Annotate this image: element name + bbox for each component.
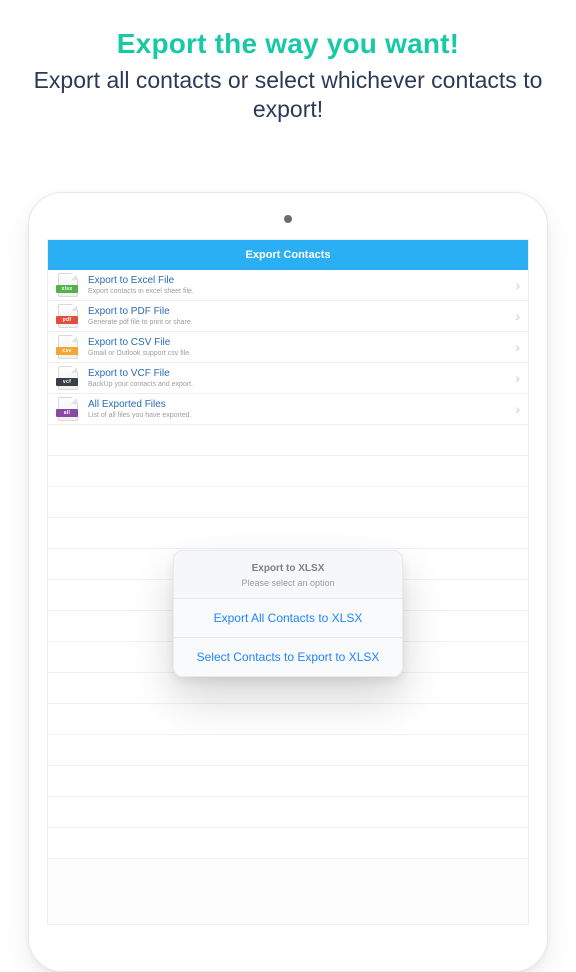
hero-subline: Export all contacts or select whichever … (20, 66, 556, 124)
row-export-excel[interactable]: xlsx Export to Excel File Export contact… (48, 270, 528, 301)
row-sub: Export contacts in excel sheet file. (88, 288, 505, 295)
chevron-right-icon: › (515, 339, 520, 355)
hero-headline: Export the way you want! (20, 28, 556, 60)
export-all-button[interactable]: Export All Contacts to XLSX (174, 599, 402, 637)
row-export-vcf[interactable]: vcf Export to VCF File BackUp your conta… (48, 363, 528, 394)
file-tag: pdf (56, 316, 78, 324)
file-tag: vcf (56, 378, 78, 386)
list-filler (48, 704, 528, 735)
navbar-title: Export Contacts (246, 249, 331, 261)
row-title: All Exported Files (88, 400, 505, 410)
row-sub: Generate pdf file to print or share. (88, 319, 505, 326)
row-sub: BackUp your contacts and export. (88, 381, 505, 388)
file-icon: csv (58, 335, 78, 359)
list-filler (48, 487, 528, 518)
chevron-right-icon: › (515, 277, 520, 293)
row-export-pdf[interactable]: pdf Export to PDF File Generate pdf file… (48, 301, 528, 332)
row-export-csv[interactable]: csv Export to CSV File Gmail or Outlook … (48, 332, 528, 363)
row-title: Export to CSV File (88, 338, 505, 348)
list-filler (48, 766, 528, 797)
list-filler (48, 828, 528, 859)
row-sub: List of all files you have exported. (88, 412, 505, 419)
file-icon: xlsx (58, 273, 78, 297)
file-icon: all (58, 397, 78, 421)
file-icon: pdf (58, 304, 78, 328)
file-tag: xlsx (56, 285, 78, 293)
list-filler (48, 797, 528, 828)
select-contacts-button[interactable]: Select Contacts to Export to XLSX (174, 637, 402, 676)
chevron-right-icon: › (515, 401, 520, 417)
row-sub: Gmail or Outlook support csv file. (88, 350, 505, 357)
file-tag: csv (56, 347, 78, 355)
marketing-hero: Export the way you want! Export all cont… (0, 0, 576, 142)
file-tag: all (56, 409, 78, 417)
list-filler (48, 735, 528, 766)
file-icon: vcf (58, 366, 78, 390)
tablet-frame: Export Contacts xlsx Export to Excel Fil… (28, 192, 548, 972)
row-title: Export to VCF File (88, 369, 505, 379)
navbar: Export Contacts (48, 240, 528, 270)
action-sheet: Export to XLSX Please select an option E… (173, 550, 403, 677)
chevron-right-icon: › (515, 308, 520, 324)
list-filler (48, 456, 528, 487)
list-filler (48, 673, 528, 704)
tablet-camera-dot (284, 215, 292, 223)
list-filler (48, 425, 528, 456)
action-sheet-title: Export to XLSX (186, 563, 390, 574)
row-title: Export to PDF File (88, 307, 505, 317)
app-screen: Export Contacts xlsx Export to Excel Fil… (47, 239, 529, 925)
action-sheet-message: Please select an option (186, 578, 390, 588)
row-all-exported[interactable]: all All Exported Files List of all files… (48, 394, 528, 425)
chevron-right-icon: › (515, 370, 520, 386)
list-filler (48, 518, 528, 549)
row-title: Export to Excel File (88, 276, 505, 286)
